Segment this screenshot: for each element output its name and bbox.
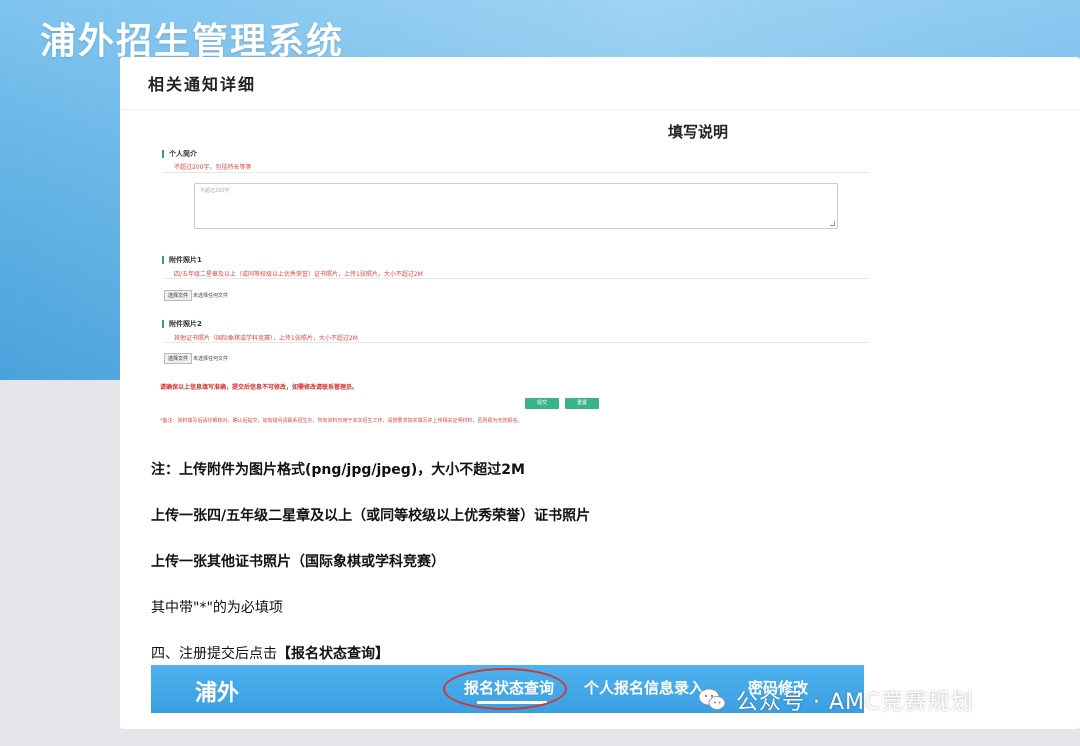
- note-required: 其中带"*"的为必填项: [151, 600, 283, 616]
- nav-logo: 浦外: [195, 681, 240, 706]
- note-photo2: 上传一张其他证书照片（国际象棋或学科竞赛）: [151, 554, 445, 570]
- intro-hint: 不超过200字，包括特长等等: [174, 164, 252, 171]
- watermark-text: 公众号 · AMC竞赛规划: [736, 690, 974, 715]
- note-photo1: 上传一张四/五年级二星章及以上（或同等校级以上优秀荣誉）证书照片: [151, 508, 591, 524]
- panel-title: 相关通知详细: [120, 57, 1080, 110]
- photo1-hint: 四/五年级二星章及以上（或同等校级以上优秀荣誉）证书照片，上传1张照片，大小不超…: [174, 271, 423, 278]
- form-screenshot: 个人简介 不超过200字，包括特长等等 不超过200字 附件照片1 四/五年级二…: [160, 145, 900, 435]
- highlight-circle: [443, 668, 567, 710]
- reset-button[interactable]: 重置: [565, 398, 599, 409]
- intro-textarea[interactable]: 不超过200字: [194, 183, 838, 229]
- resize-handle[interactable]: [830, 221, 835, 226]
- note-step4-link: 【报名状态查询】: [277, 646, 389, 662]
- photo1-file-text: 未选择任何文件: [193, 293, 229, 299]
- section-title: 填写说明: [668, 123, 729, 141]
- note-step4: 四、注册提交后点击【报名状态查询】: [151, 643, 389, 663]
- form-footnote: *备注：资料填写后请仔细核对，确认后提交，如有疑问请联系招生办，所有资料仅用于本…: [160, 418, 523, 424]
- photo1-file-button[interactable]: 选择文件: [164, 290, 193, 301]
- watermark: 公众号 · AMC竞赛规划: [698, 684, 973, 716]
- divider: [164, 172, 870, 173]
- submit-button[interactable]: 提交: [525, 398, 559, 409]
- divider: [164, 342, 870, 343]
- photo1-label: 附件照片1: [162, 256, 202, 264]
- notice-panel: 相关通知详细 填写说明 个人简介 不超过200字，包括特长等等 不超过200字 …: [120, 57, 1080, 729]
- note-step4-prefix: 四、注册提交后点击: [151, 646, 277, 662]
- note-format: 注：上传附件为图片格式(png/jpg/jpeg)，大小不超过2M: [151, 462, 525, 478]
- intro-placeholder: 不超过200字: [200, 188, 230, 194]
- nav-item-info-entry[interactable]: 个人报名信息录入: [584, 677, 704, 698]
- wechat-icon: [698, 687, 726, 713]
- photo2-file-button[interactable]: 选择文件: [164, 353, 193, 364]
- photo2-label: 附件照片2: [162, 320, 202, 328]
- divider: [164, 278, 870, 279]
- photo2-file-text: 未选择任何文件: [193, 356, 229, 362]
- intro-label: 个人简介: [162, 150, 197, 158]
- form-warning: 请确保以上信息填写准确，提交后信息不可修改，如需修改请联系管理员。: [160, 384, 359, 391]
- photo2-hint: 其他证书照片（国际象棋或学科竞赛），上传1张照片，大小不超过2M: [174, 335, 358, 342]
